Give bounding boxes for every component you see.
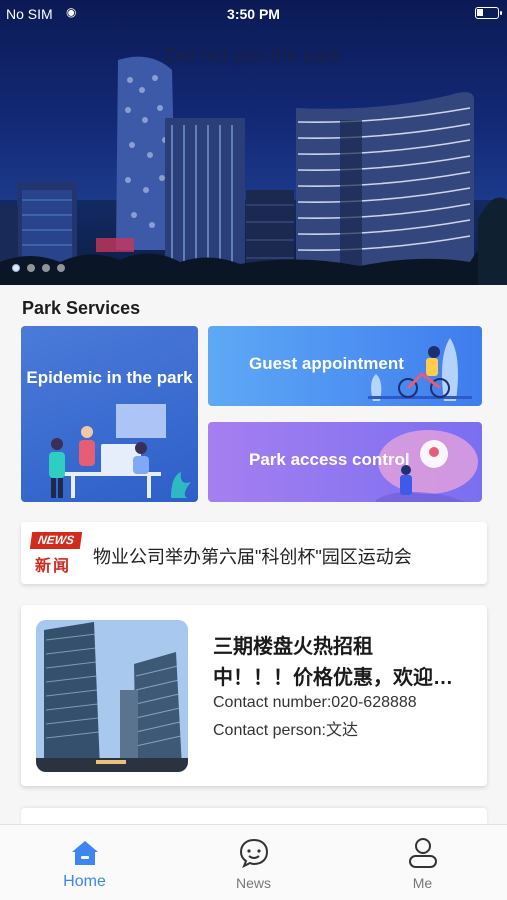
tab-news[interactable]: News [169, 825, 338, 900]
listing-title-line2: 中！！！价格优惠，欢迎咨询 [213, 667, 468, 689]
service-label: Epidemic in the park [26, 368, 193, 387]
epidemic-illustration [49, 404, 191, 498]
news-badge-icon: NEWS 新闻 [29, 532, 83, 575]
contact-person: Contact person:文达 [213, 722, 358, 739]
carousel-indicator[interactable] [12, 264, 65, 272]
service-label: Park access control [249, 450, 410, 469]
contact-number: Contact number:020-628888 [213, 694, 417, 711]
carousel-dot[interactable] [12, 264, 20, 272]
section-title: Park Services [22, 298, 141, 318]
news-badge-cn: 新闻 [35, 556, 72, 575]
property-listing-card[interactable]: 三期楼盘火热招租 中！！！价格优惠，欢迎咨询 Contact number:02… [21, 605, 487, 786]
park-access-control-card[interactable]: Park access control [208, 422, 482, 502]
tab-home[interactable]: Home [0, 825, 169, 900]
carousel-dot[interactable] [42, 264, 50, 272]
news-badge-tag: NEWS [29, 532, 83, 549]
listing-title: 三期楼盘火热招租 中！！！价格优惠，欢迎咨询 [213, 632, 468, 694]
epidemic-service-card[interactable]: Epidemic in the park [21, 326, 198, 502]
tab-label: Home [63, 873, 106, 890]
chat-bubble-icon [239, 838, 269, 869]
status-bar: No SIM ◉ 3:50 PM [0, 0, 507, 26]
tab-me[interactable]: Me [338, 825, 507, 900]
listing-title-line1: 三期楼盘火热招租 [213, 636, 373, 658]
tab-label: Me [412, 875, 433, 891]
news-headline[interactable]: 物业公司举办第六届"科创杯"园区运动会 [93, 543, 412, 569]
tab-label: News [235, 875, 271, 891]
battery-icon [475, 7, 502, 19]
carousel-dot[interactable] [27, 264, 35, 272]
guest-appointment-card[interactable]: Guest appointment [208, 326, 482, 406]
hero-banner[interactable]: No SIM ◉ 3:50 PM Did not join the park [0, 0, 507, 285]
property-thumbnail [36, 620, 188, 772]
carousel-dot[interactable] [57, 264, 65, 272]
city-skyline-image [0, 56, 507, 285]
park-status-text: Did not join the park [164, 45, 343, 67]
person-icon [409, 838, 437, 868]
building-photo-icon [36, 620, 188, 772]
news-ticker[interactable]: NEWS 新闻 物业公司举办第六届"科创杯"园区运动会 [21, 522, 487, 584]
clock: 3:50 PM [227, 6, 280, 22]
bottom-tab-bar: Home News Me [0, 824, 507, 900]
service-label: Guest appointment [249, 354, 404, 373]
home-icon [72, 841, 98, 865]
